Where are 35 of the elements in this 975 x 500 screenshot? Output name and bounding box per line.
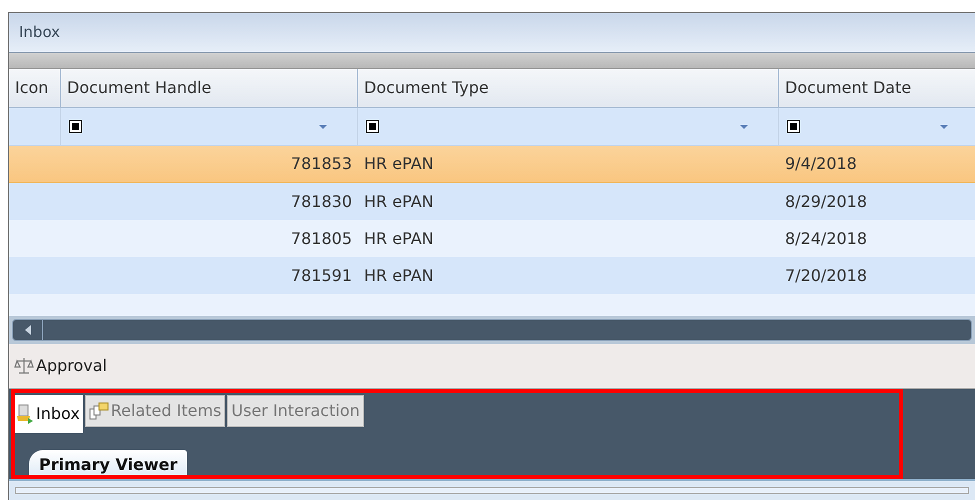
scales-icon — [14, 357, 34, 375]
dropdown-arrow-icon[interactable] — [940, 124, 948, 128]
column-header[interactable]: Icon — [9, 69, 61, 107]
filter-checkbox-icon[interactable] — [366, 120, 379, 133]
table-row[interactable]: 781853 HR ePAN 9/4/2018 — [9, 146, 975, 183]
filter-checkbox-icon[interactable] — [69, 120, 82, 133]
table-cell: 781591 — [290, 266, 352, 284]
table-cell: 781853 — [290, 154, 352, 173]
column-header[interactable]: Document Handle — [61, 69, 358, 107]
table-cell: HR ePAN — [364, 266, 434, 284]
window-title: Inbox — [19, 22, 60, 44]
left-arrow-icon — [24, 325, 30, 335]
table-cell: 8/29/2018 — [785, 192, 868, 210]
inbox-tray-icon — [16, 404, 34, 424]
filter-checkbox-icon[interactable] — [787, 120, 800, 133]
column-header[interactable]: Document Date — [779, 69, 975, 107]
tab[interactable]: Related Items — [84, 395, 226, 427]
horizontal-scrollbar[interactable] — [12, 319, 972, 341]
section-label: Approval — [36, 355, 107, 377]
table-row[interactable]: 781591 HR ePAN 7/20/2018 — [9, 257, 975, 294]
table-cell: 8/24/2018 — [785, 228, 868, 248]
table-cell: HR ePAN — [364, 228, 434, 248]
table-cell: HR ePAN — [364, 154, 434, 173]
tab[interactable]: Inbox — [13, 395, 83, 433]
dropdown-arrow-icon[interactable] — [319, 124, 327, 128]
table-cell: 781805 — [290, 228, 352, 248]
column-header[interactable]: Document Type — [358, 69, 779, 107]
tab[interactable]: User Interaction — [227, 395, 364, 427]
table-cell: 9/4/2018 — [785, 154, 857, 173]
table-cell: HR ePAN — [364, 192, 434, 210]
table-cell: 7/20/2018 — [785, 266, 868, 284]
dropdown-arrow-icon[interactable] — [740, 124, 748, 128]
table-cell: 781830 — [290, 192, 352, 210]
documents-icon — [88, 402, 109, 420]
table-row[interactable]: 781830 HR ePAN 8/29/2018 — [9, 183, 975, 220]
